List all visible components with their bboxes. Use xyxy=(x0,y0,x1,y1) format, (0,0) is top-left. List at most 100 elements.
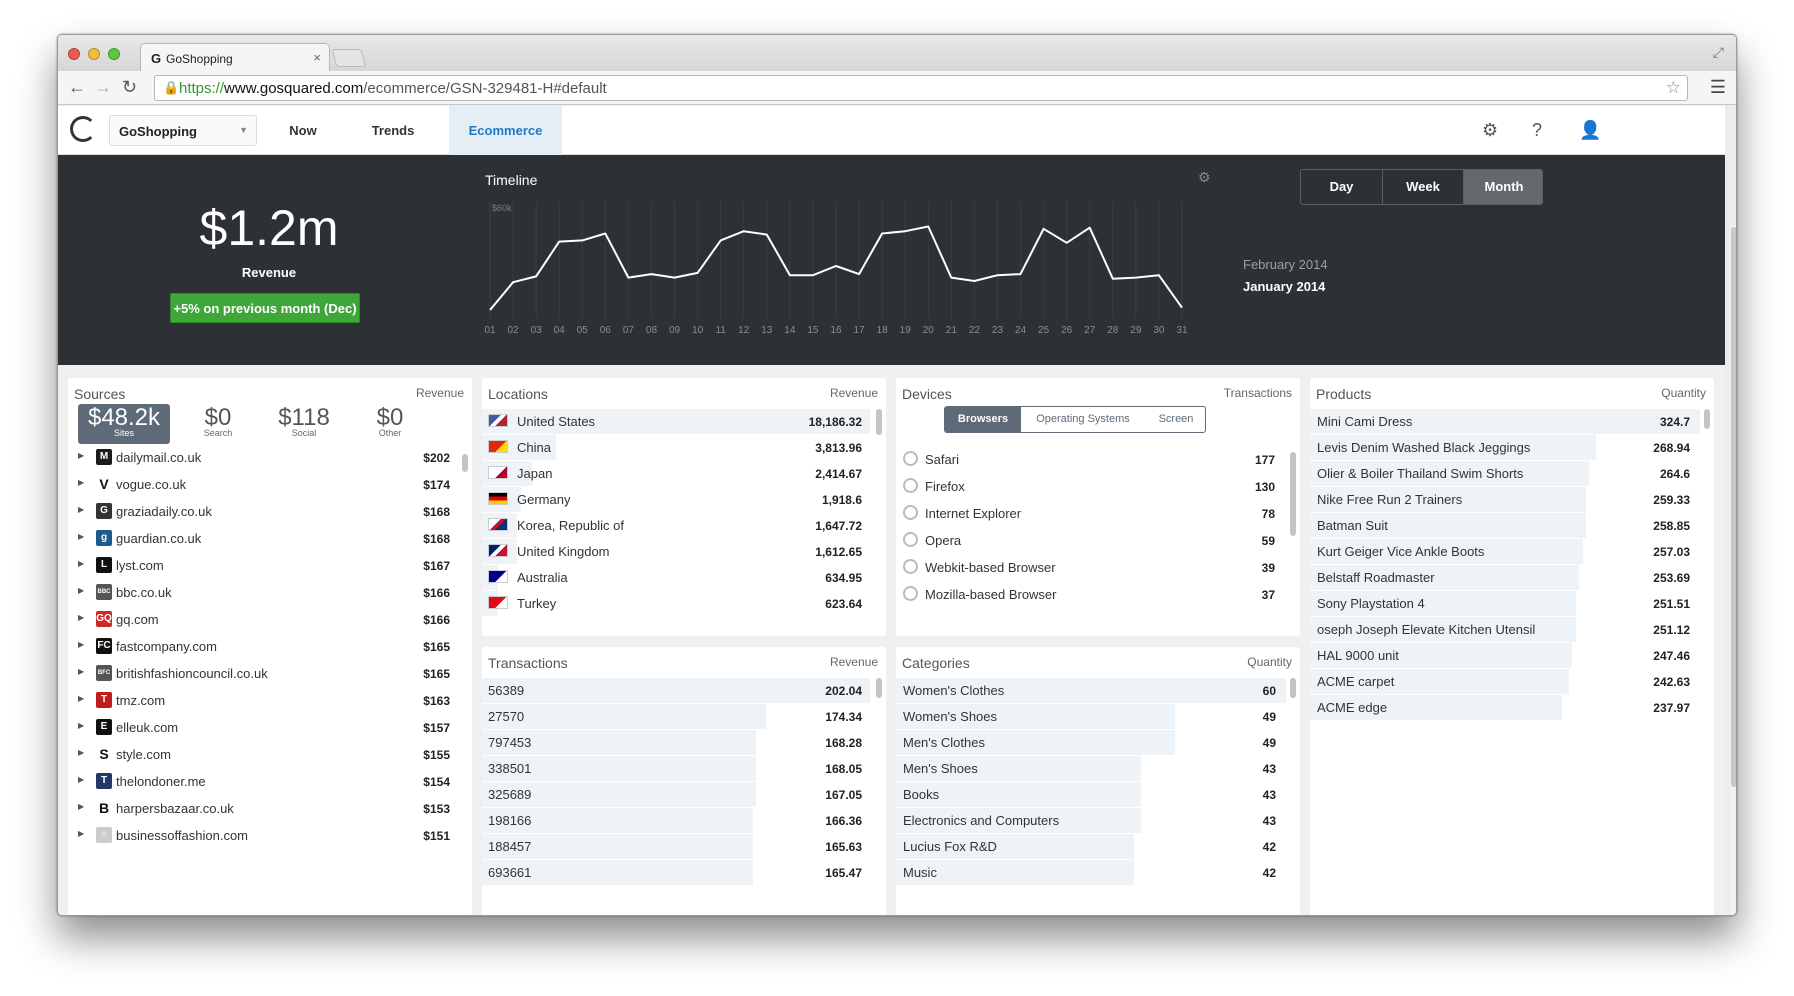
transactions-row[interactable]: 188457 165.63 xyxy=(482,833,886,859)
locations-row[interactable]: United Kingdom 1,612.65 xyxy=(482,538,886,564)
products-row[interactable]: Mini Cami Dress 324.7 xyxy=(1310,408,1714,434)
nav-item-ecommerce[interactable]: Ecommerce xyxy=(449,106,562,155)
expand-row-icon[interactable]: ▶ xyxy=(78,586,84,595)
locations-row[interactable]: Turkey 623.64 xyxy=(482,590,886,616)
browser-tab[interactable]: G GoShopping × xyxy=(140,43,330,71)
locations-row[interactable]: China 3,813.96 xyxy=(482,434,886,460)
period-day-button[interactable]: Day xyxy=(1301,170,1382,204)
expand-row-icon[interactable]: ▶ xyxy=(78,559,84,568)
close-window-button[interactable] xyxy=(68,48,80,60)
devices-row[interactable]: Safari 177 xyxy=(896,446,1300,472)
site-selector[interactable]: GoShopping ▼ xyxy=(109,115,257,146)
products-row[interactable]: Batman Suit 258.85 xyxy=(1310,512,1714,538)
new-tab-button[interactable] xyxy=(331,49,367,67)
locations-row[interactable]: Germany 1,918.6 xyxy=(482,486,886,512)
legend-current-period[interactable]: January 2014 xyxy=(1243,279,1325,294)
products-row[interactable]: Olier & Boiler Thailand Swim Shorts 264.6 xyxy=(1310,460,1714,486)
transactions-row[interactable]: 56389 202.04 xyxy=(482,677,886,703)
products-row[interactable]: ACME carpet 242.63 xyxy=(1310,668,1714,694)
devices-scrollbar[interactable] xyxy=(1290,452,1296,536)
nav-item-trends[interactable]: Trends xyxy=(348,106,438,155)
sources-row[interactable]: ▶ Eelleuk.com $157 xyxy=(68,714,472,740)
bookmark-star-icon[interactable]: ☆ xyxy=(1666,78,1681,98)
products-row[interactable]: Sony Playstation 4 251.51 xyxy=(1310,590,1714,616)
expand-row-icon[interactable]: ▶ xyxy=(78,640,84,649)
locations-scrollbar[interactable] xyxy=(876,409,882,435)
products-row[interactable]: oseph Joseph Elevate Kitchen Utensil 251.… xyxy=(1310,616,1714,642)
expand-row-icon[interactable]: ▶ xyxy=(78,451,84,460)
expand-row-icon[interactable]: ▶ xyxy=(78,802,84,811)
devices-row[interactable]: Firefox 130 xyxy=(896,473,1300,499)
transactions-row[interactable]: 693661 165.47 xyxy=(482,859,886,885)
categories-row[interactable]: Women's Clothes 60 xyxy=(896,677,1300,703)
products-row[interactable]: Kurt Geiger Vice Ankle Boots 257.03 xyxy=(1310,538,1714,564)
locations-row[interactable]: Australia 634.95 xyxy=(482,564,886,590)
nav-item-now[interactable]: Now xyxy=(258,106,348,155)
categories-row[interactable]: Music 42 xyxy=(896,859,1300,885)
source-stat-social[interactable]: $118 Social xyxy=(264,404,344,444)
expand-row-icon[interactable]: ▶ xyxy=(78,505,84,514)
products-row[interactable]: Belstaff Roadmaster 253.69 xyxy=(1310,564,1714,590)
expand-row-icon[interactable]: ▶ xyxy=(78,478,84,487)
forward-arrow-icon[interactable]: → xyxy=(94,77,112,98)
products-row[interactable]: Nike Free Run 2 Trainers 259.33 xyxy=(1310,486,1714,512)
transactions-row[interactable]: 198166 166.36 xyxy=(482,807,886,833)
transactions-row[interactable]: 338501 168.05 xyxy=(482,755,886,781)
close-tab-icon[interactable]: × xyxy=(313,50,321,65)
gear-icon[interactable]: ⚙ xyxy=(1482,120,1498,141)
sources-scrollbar[interactable] xyxy=(462,454,468,472)
categories-row[interactable]: Men's Shoes 43 xyxy=(896,755,1300,781)
expand-row-icon[interactable]: ▶ xyxy=(78,694,84,703)
products-row[interactable]: ACME edge 237.97 xyxy=(1310,694,1714,720)
sources-row[interactable]: ▶ FC fastcompany.com $165 xyxy=(68,633,472,659)
source-stat-sites[interactable]: $48.2k Sites xyxy=(78,404,170,444)
expand-row-icon[interactable]: ▶ xyxy=(78,613,84,622)
transactions-row[interactable]: 797453 168.28 xyxy=(482,729,886,755)
categories-row[interactable]: Men's Clothes 49 xyxy=(896,729,1300,755)
source-stat-other[interactable]: $0 Other xyxy=(350,404,430,444)
zoom-window-button[interactable] xyxy=(108,48,120,60)
sources-row[interactable]: ▶ Ggraziadaily.co.uk $168 xyxy=(68,498,472,524)
help-icon[interactable]: ? xyxy=(1532,120,1542,141)
transactions-row[interactable]: 27570 174.34 xyxy=(482,703,886,729)
expand-row-icon[interactable]: ▶ xyxy=(78,532,84,541)
browser-menu-icon[interactable]: ☰ xyxy=(1710,77,1726,98)
url-input[interactable]: 🔒 https://www.gosquared.com/ecommerce/GS… xyxy=(154,75,1688,101)
period-week-button[interactable]: Week xyxy=(1382,170,1463,204)
sources-row[interactable]: ▶ Ttmz.com $163 xyxy=(68,687,472,713)
locations-row[interactable]: United States 18,186.32 xyxy=(482,408,886,434)
page-scrollbar[interactable] xyxy=(1730,225,1736,915)
sources-row[interactable]: ▶ Llyst.com $167 xyxy=(68,552,472,578)
back-arrow-icon[interactable]: ← xyxy=(68,77,86,98)
legend-previous-period[interactable]: February 2014 xyxy=(1243,257,1328,272)
sources-row[interactable]: ▶ Tthelondoner.me $154 xyxy=(68,768,472,794)
period-month-button[interactable]: Month xyxy=(1463,170,1542,204)
products-scrollbar[interactable] xyxy=(1704,409,1710,429)
page-scrollbar-thumb[interactable] xyxy=(1731,227,1736,787)
timeline-settings-icon[interactable]: ⚙ xyxy=(1198,169,1211,186)
tab-browsers[interactable]: Browsers xyxy=(945,407,1021,432)
categories-row[interactable]: Lucius Fox R&D 42 xyxy=(896,833,1300,859)
categories-row[interactable]: Electronics and Computers 43 xyxy=(896,807,1300,833)
expand-row-icon[interactable]: ▶ xyxy=(78,748,84,757)
locations-row[interactable]: Japan 2,414.67 xyxy=(482,460,886,486)
sources-row[interactable]: ▶ Mdailymail.co.uk $202 xyxy=(68,444,472,470)
categories-row[interactable]: Women's Shoes 49 xyxy=(896,703,1300,729)
products-row[interactable]: Levis Denim Washed Black Jeggings 268.94 xyxy=(1310,434,1714,460)
source-stat-search[interactable]: $0 Search xyxy=(178,404,258,444)
transactions-scrollbar[interactable] xyxy=(876,678,882,698)
sources-row[interactable]: ▶ Bharpersbazaar.co.uk $153 xyxy=(68,795,472,821)
user-icon[interactable]: 👤 xyxy=(1579,120,1601,141)
sources-row[interactable]: ▶ ○ businessoffashion.com $151 xyxy=(68,822,472,848)
fullscreen-icon[interactable]: ⤢ xyxy=(1713,44,1724,61)
sources-row[interactable]: ▶ GQ gq.com $166 xyxy=(68,606,472,632)
reload-icon[interactable]: ↻ xyxy=(122,77,137,98)
sources-row[interactable]: ▶ g guardian.co.uk $168 xyxy=(68,525,472,551)
expand-row-icon[interactable]: ▶ xyxy=(78,775,84,784)
locations-row[interactable]: Korea, Republic of 1,647.72 xyxy=(482,512,886,538)
expand-row-icon[interactable]: ▶ xyxy=(78,829,84,838)
gosquared-logo-icon[interactable] xyxy=(70,116,96,142)
tab-operating-systems[interactable]: Operating Systems xyxy=(1021,407,1145,432)
devices-row[interactable]: Webkit-based Browser 39 xyxy=(896,554,1300,580)
categories-row[interactable]: Books 43 xyxy=(896,781,1300,807)
